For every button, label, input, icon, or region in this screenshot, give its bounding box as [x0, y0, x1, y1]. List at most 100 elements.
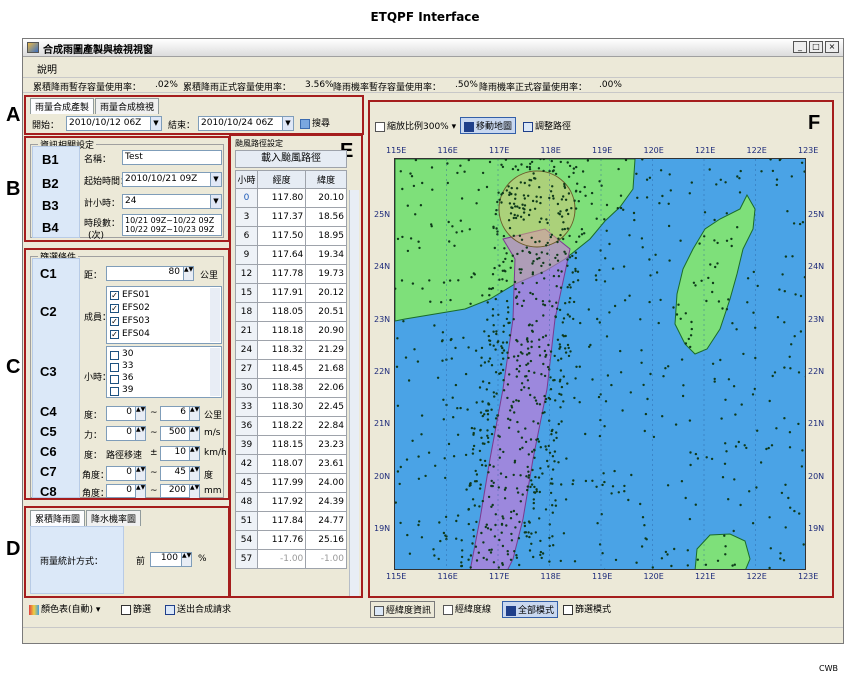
- track-lon-cell[interactable]: 118.15: [256, 435, 307, 455]
- track-lon-cell[interactable]: 117.37: [256, 207, 307, 227]
- track-lat-cell[interactable]: 24.77: [305, 511, 347, 531]
- track-lon-cell[interactable]: 118.45: [256, 359, 307, 379]
- tab-rain-view[interactable]: 雨量合成檢視: [95, 98, 160, 114]
- latlon-info-button[interactable]: 經緯度資訊: [370, 601, 436, 618]
- hour-checkbox[interactable]: [110, 375, 119, 384]
- load-track-button[interactable]: 載入颱風路徑: [235, 150, 347, 168]
- track-row[interactable]: 51 117.84 24.77: [235, 511, 347, 531]
- menu-help[interactable]: 說明: [37, 61, 57, 76]
- track-lon-cell[interactable]: 117.50: [256, 226, 307, 246]
- hour-scrollbar[interactable]: [210, 348, 220, 396]
- track-row[interactable]: 30 118.38 22.06: [235, 378, 347, 398]
- spin-arrows-icon[interactable]: ▲▼: [135, 407, 145, 420]
- track-row[interactable]: 27 118.45 21.68: [235, 359, 347, 379]
- spin-arrows-icon[interactable]: ▲▼: [135, 427, 145, 440]
- track-row[interactable]: 57 -1.00 -1.00: [235, 549, 347, 569]
- track-lat-cell[interactable]: 25.16: [305, 530, 347, 550]
- c5-from-spinner[interactable]: 0 ▲▼: [106, 426, 146, 441]
- track-row[interactable]: 21 118.18 20.90: [235, 321, 347, 341]
- hour-checkbox[interactable]: [110, 387, 119, 396]
- track-lat-cell[interactable]: 19.73: [305, 264, 347, 284]
- track-scrollbar[interactable]: [349, 190, 359, 596]
- track-lat-cell[interactable]: 21.29: [305, 340, 347, 360]
- track-row[interactable]: 6 117.50 18.95: [235, 226, 347, 246]
- spin-arrows-icon[interactable]: ▲▼: [189, 467, 199, 480]
- move-map-button[interactable]: 移動地圖: [460, 117, 517, 134]
- track-lat-cell[interactable]: 18.56: [305, 207, 347, 227]
- track-row[interactable]: 24 118.32 21.29: [235, 340, 347, 360]
- zoom-dropdown[interactable]: 縮放比例300% ▾: [372, 118, 459, 133]
- track-lon-cell[interactable]: 117.78: [256, 264, 307, 284]
- track-lat-cell[interactable]: 20.90: [305, 321, 347, 341]
- c7-to-spinner[interactable]: 45 ▲▼: [160, 466, 200, 481]
- track-row[interactable]: 54 117.76 25.16: [235, 530, 347, 550]
- c4-from-spinner[interactable]: 0 ▲▼: [106, 406, 146, 421]
- track-lat-cell[interactable]: 24.39: [305, 492, 347, 512]
- track-lon-cell[interactable]: 118.07: [256, 454, 307, 474]
- maximize-button[interactable]: □: [809, 41, 823, 53]
- member-checkbox[interactable]: ✓: [110, 330, 119, 339]
- search-button[interactable]: 搜尋: [300, 116, 330, 129]
- spin-arrows-icon[interactable]: ▲▼: [135, 485, 145, 498]
- start-date-field[interactable]: 2010/10/12 06Z: [66, 116, 162, 131]
- track-lat-cell[interactable]: 22.06: [305, 378, 347, 398]
- map-view[interactable]: [394, 158, 806, 570]
- send-request-button[interactable]: 送出合成請求: [162, 601, 234, 616]
- track-lat-cell[interactable]: 23.61: [305, 454, 347, 474]
- track-row[interactable]: 15 117.91 20.12: [235, 283, 347, 303]
- track-lat-cell[interactable]: 18.95: [305, 226, 347, 246]
- c8-to-spinner[interactable]: 200 ▲▼: [160, 484, 200, 498]
- start-time-field[interactable]: 2010/10/21 09Z: [122, 172, 222, 187]
- spin-arrows-icon[interactable]: ▲▼: [189, 427, 199, 440]
- track-row[interactable]: 39 118.15 23.23: [235, 435, 347, 455]
- member-checkbox[interactable]: ✓: [110, 317, 119, 326]
- c6-spinner[interactable]: 10 ▲▼: [160, 446, 200, 461]
- latlon-lines-button[interactable]: 經緯度線: [440, 601, 494, 616]
- tab-rain-produce[interactable]: 雨量合成產製: [30, 98, 95, 114]
- member-scrollbar[interactable]: [210, 288, 220, 342]
- name-field[interactable]: Test: [122, 150, 222, 165]
- map-canvas[interactable]: [395, 159, 806, 570]
- track-lon-cell[interactable]: 118.38: [256, 378, 307, 398]
- track-lon-cell[interactable]: 117.80: [256, 188, 307, 208]
- hours-dropdown-icon[interactable]: ▼: [210, 195, 221, 208]
- track-row[interactable]: 42 118.07 23.61: [235, 454, 347, 474]
- close-button[interactable]: ×: [825, 41, 839, 53]
- spin-arrows-icon[interactable]: ▲▼: [189, 407, 199, 420]
- track-lat-cell[interactable]: -1.00: [305, 549, 347, 569]
- track-lon-cell[interactable]: 117.91: [256, 283, 307, 303]
- track-lat-cell[interactable]: 24.00: [305, 473, 347, 493]
- track-lat-cell[interactable]: 21.68: [305, 359, 347, 379]
- track-row[interactable]: 48 117.92 24.39: [235, 492, 347, 512]
- track-lon-cell[interactable]: 117.99: [256, 473, 307, 493]
- track-lat-cell[interactable]: 20.10: [305, 188, 347, 208]
- c4-to-spinner[interactable]: 6 ▲▼: [160, 406, 200, 421]
- c5-to-spinner[interactable]: 500 ▲▼: [160, 426, 200, 441]
- filter-button[interactable]: 篩選: [118, 601, 154, 616]
- track-lon-cell[interactable]: 118.05: [256, 302, 307, 322]
- track-row[interactable]: 33 118.30 22.45: [235, 397, 347, 417]
- spin-arrows-icon[interactable]: ▲▼: [135, 467, 145, 480]
- end-date-field[interactable]: 2010/10/24 06Z: [198, 116, 294, 131]
- track-lon-cell[interactable]: 117.64: [256, 245, 307, 265]
- track-row[interactable]: 3 117.37 18.56: [235, 207, 347, 227]
- track-lon-cell[interactable]: 118.22: [256, 416, 307, 436]
- member-checkbox[interactable]: ✓: [110, 291, 119, 300]
- track-row[interactable]: 9 117.64 19.34: [235, 245, 347, 265]
- minimize-button[interactable]: _: [793, 41, 807, 53]
- track-lon-cell[interactable]: 117.92: [256, 492, 307, 512]
- spin-arrows-icon[interactable]: ▲▼: [181, 553, 191, 566]
- track-lon-cell[interactable]: 118.30: [256, 397, 307, 417]
- track-lon-cell[interactable]: 117.76: [256, 530, 307, 550]
- spin-arrows-icon[interactable]: ▲▼: [183, 267, 193, 280]
- member-checkbox[interactable]: ✓: [110, 304, 119, 313]
- spin-arrows-icon[interactable]: ▲▼: [189, 485, 199, 498]
- track-lon-cell[interactable]: 117.84: [256, 511, 307, 531]
- tab-accumulated-rain[interactable]: 累積降雨圖: [30, 510, 86, 526]
- track-lat-cell[interactable]: 22.84: [305, 416, 347, 436]
- adjust-track-button[interactable]: 調整路徑: [520, 118, 574, 133]
- track-lat-cell[interactable]: 23.23: [305, 435, 347, 455]
- track-lat-cell[interactable]: 20.51: [305, 302, 347, 322]
- hours-field[interactable]: 24: [122, 194, 222, 209]
- track-lat-cell[interactable]: 20.12: [305, 283, 347, 303]
